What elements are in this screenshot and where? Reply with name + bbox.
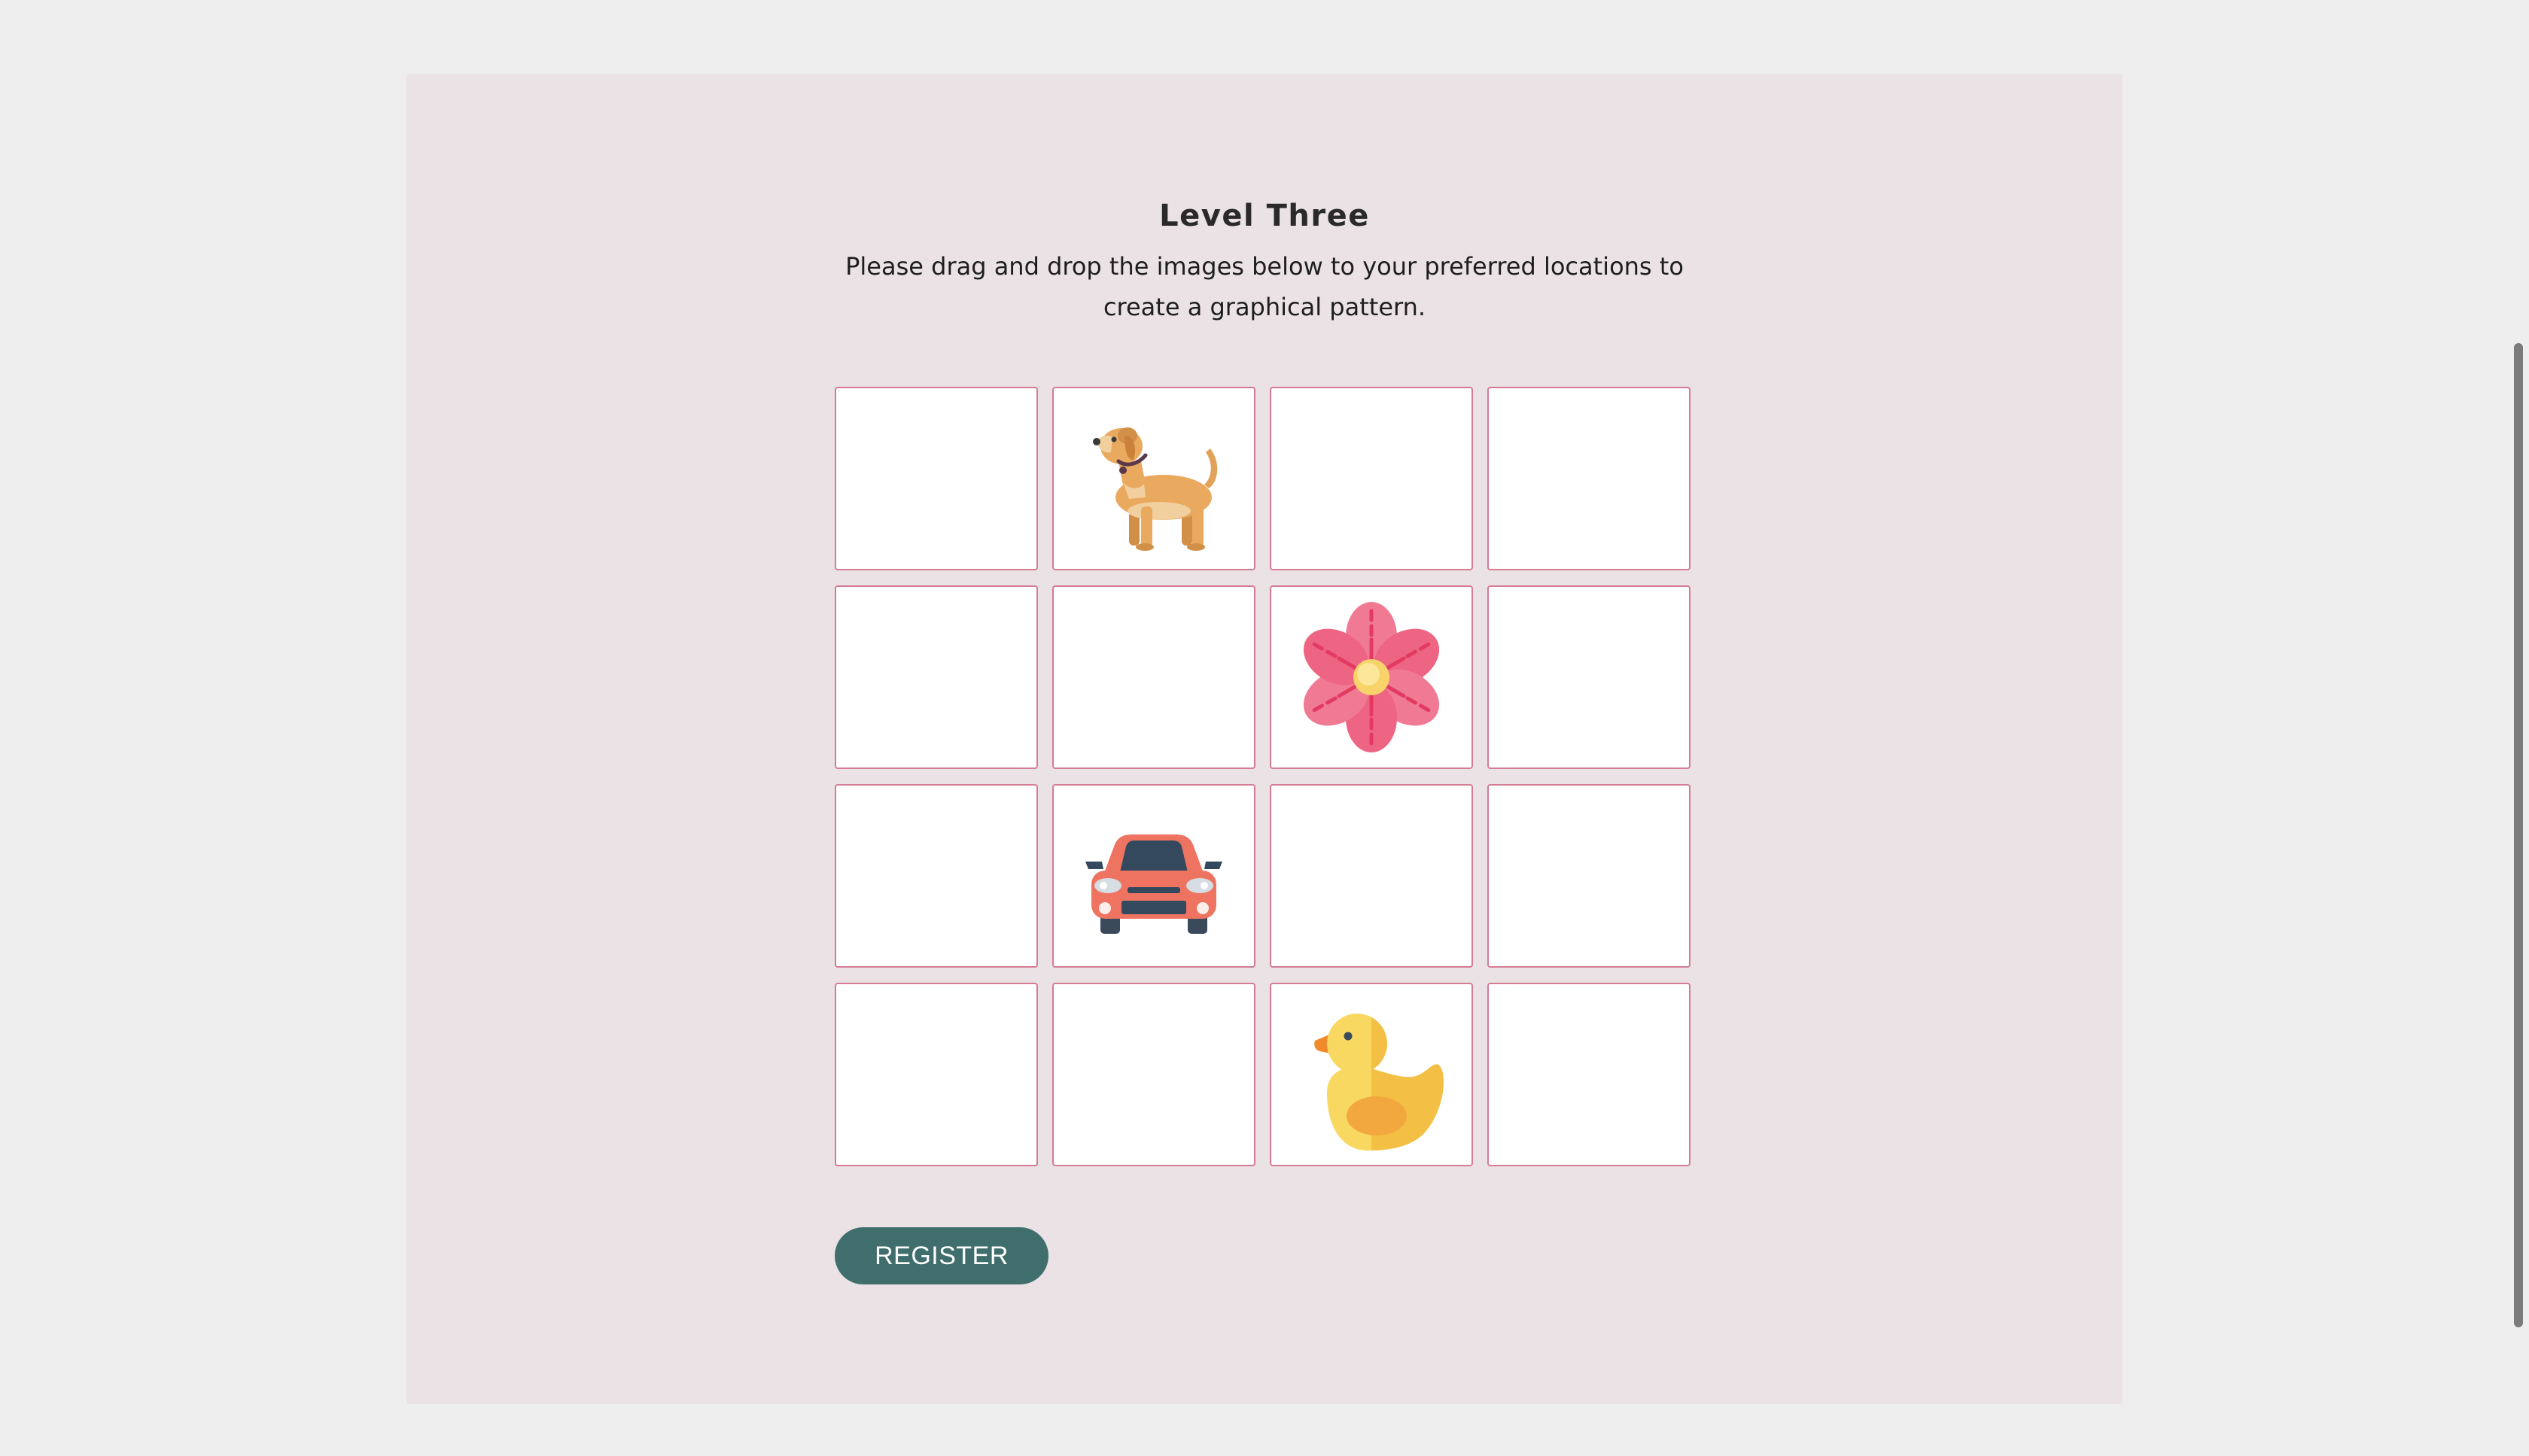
grid-cell-r3-c1[interactable] bbox=[835, 784, 1038, 968]
car-icon[interactable] bbox=[1075, 797, 1233, 955]
register-button[interactable]: REGISTER bbox=[835, 1227, 1048, 1284]
grid-cell-r4-c1[interactable] bbox=[835, 983, 1038, 1166]
grid-cell-r1-c1[interactable] bbox=[835, 387, 1038, 570]
duck-icon[interactable] bbox=[1292, 995, 1450, 1154]
grid-cell-r2-c2[interactable] bbox=[1052, 585, 1255, 769]
dog-icon[interactable] bbox=[1075, 400, 1233, 558]
page-title: Level Three bbox=[1159, 199, 1370, 233]
flower-icon[interactable] bbox=[1292, 598, 1450, 756]
grid-cell-r4-c3[interactable] bbox=[1270, 983, 1473, 1166]
grid-cell-r3-c4[interactable] bbox=[1487, 784, 1691, 968]
grid-cell-r2-c1[interactable] bbox=[835, 585, 1038, 769]
grid-cell-r2-c3[interactable] bbox=[1270, 585, 1473, 769]
grid-cell-r4-c2[interactable] bbox=[1052, 983, 1255, 1166]
grid-cell-r1-c3[interactable] bbox=[1270, 387, 1473, 570]
grid-cell-r3-c3[interactable] bbox=[1270, 784, 1473, 968]
vertical-scrollbar[interactable] bbox=[2514, 343, 2523, 1327]
grid-cell-r3-c2[interactable] bbox=[1052, 784, 1255, 968]
grid-cell-r2-c4[interactable] bbox=[1487, 585, 1691, 769]
drop-grid bbox=[835, 387, 1691, 1166]
level-panel: Level Three Please drag and drop the ima… bbox=[406, 74, 2123, 1404]
instructions-text: Please drag and drop the images below to… bbox=[845, 252, 1684, 321]
grid-cell-r1-c2[interactable] bbox=[1052, 387, 1255, 570]
grid-cell-r1-c4[interactable] bbox=[1487, 387, 1691, 570]
grid-cell-r4-c4[interactable] bbox=[1487, 983, 1691, 1166]
